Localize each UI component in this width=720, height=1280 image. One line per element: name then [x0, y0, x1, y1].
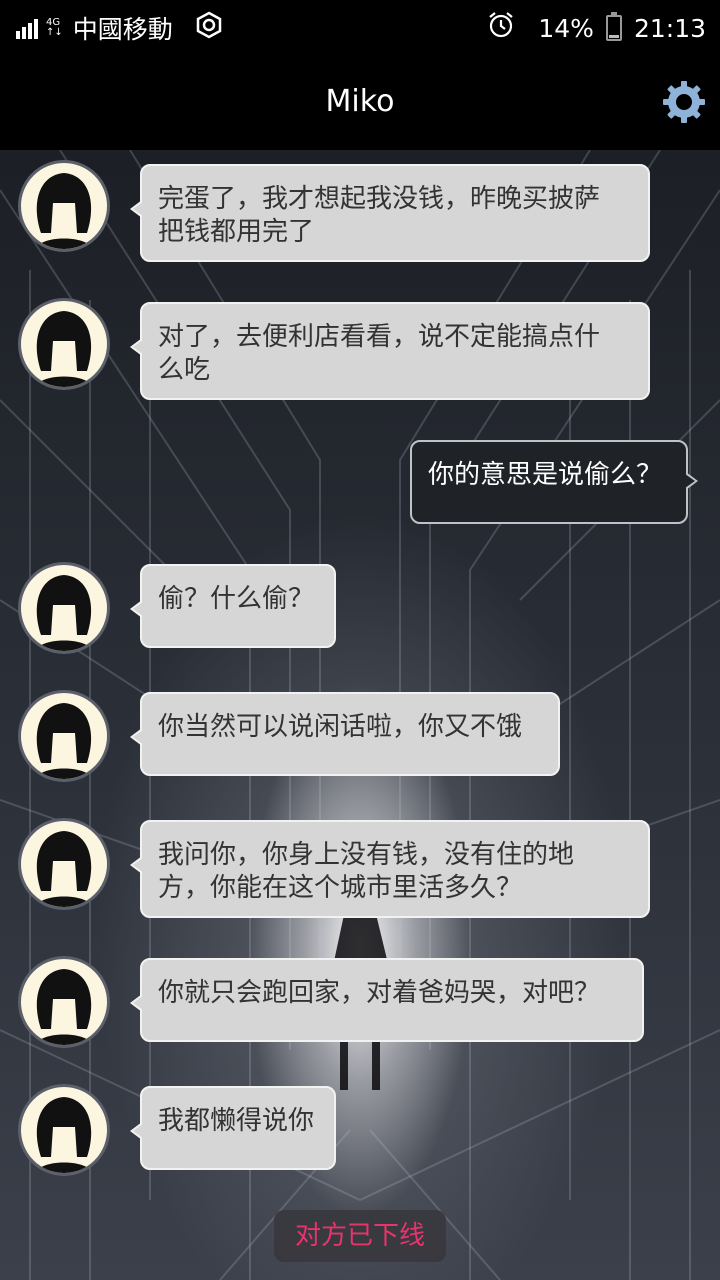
- message-bubble: 你就只会跑回家，对着爸妈哭，对吧？: [130, 958, 644, 1042]
- message-bubble-outgoing: 你的意思是说偷么？: [410, 440, 698, 524]
- carrier-name: 中國移動: [72, 15, 173, 44]
- location-icon: [195, 11, 223, 45]
- avatar[interactable]: [18, 562, 110, 654]
- battery-icon: [605, 12, 622, 41]
- avatar[interactable]: [18, 956, 110, 1048]
- status-right: 14% 21:13: [486, 10, 706, 46]
- page-title: Miko: [325, 84, 395, 119]
- message-bubble: 我都懒得说你: [130, 1086, 336, 1170]
- network-type: 4G ↑↓: [46, 18, 63, 38]
- data-arrows-icon: ↑↓: [46, 27, 63, 38]
- message-bubble: 对了，去便利店看看，说不定能搞点什 么吃: [130, 302, 650, 400]
- avatar[interactable]: [18, 818, 110, 910]
- title-bar: Miko: [0, 52, 720, 150]
- message-bubble: 你当然可以说闲话啦，你又不饿: [130, 692, 560, 776]
- avatar[interactable]: [18, 160, 110, 252]
- avatar[interactable]: [18, 690, 110, 782]
- avatar[interactable]: [18, 1084, 110, 1176]
- message-bubble: 偷？什么偷？: [130, 564, 336, 648]
- chat-area[interactable]: 完蛋了，我才想起我没钱，昨晚买披萨 把钱都用完了 对了，去便利店看看，说不定能搞…: [0, 150, 720, 1280]
- message-bubble: 完蛋了，我才想起我没钱，昨晚买披萨 把钱都用完了: [130, 164, 650, 262]
- avatar[interactable]: [18, 298, 110, 390]
- alarm-icon: [486, 10, 516, 46]
- offline-notice: 对方已下线: [274, 1210, 446, 1262]
- status-bar: 4G ↑↓ 中國移動 14% 21:13: [0, 0, 720, 52]
- gear-icon[interactable]: [662, 80, 706, 124]
- message-bubble: 我问你，你身上没有钱，没有住的地 方，你能在这个城市里活多久？: [130, 820, 650, 918]
- battery-percent: 14%: [538, 13, 594, 43]
- clock: 21:13: [633, 13, 706, 43]
- signal-icon: [16, 17, 38, 39]
- status-left: 4G ↑↓ 中國移動: [16, 10, 223, 46]
